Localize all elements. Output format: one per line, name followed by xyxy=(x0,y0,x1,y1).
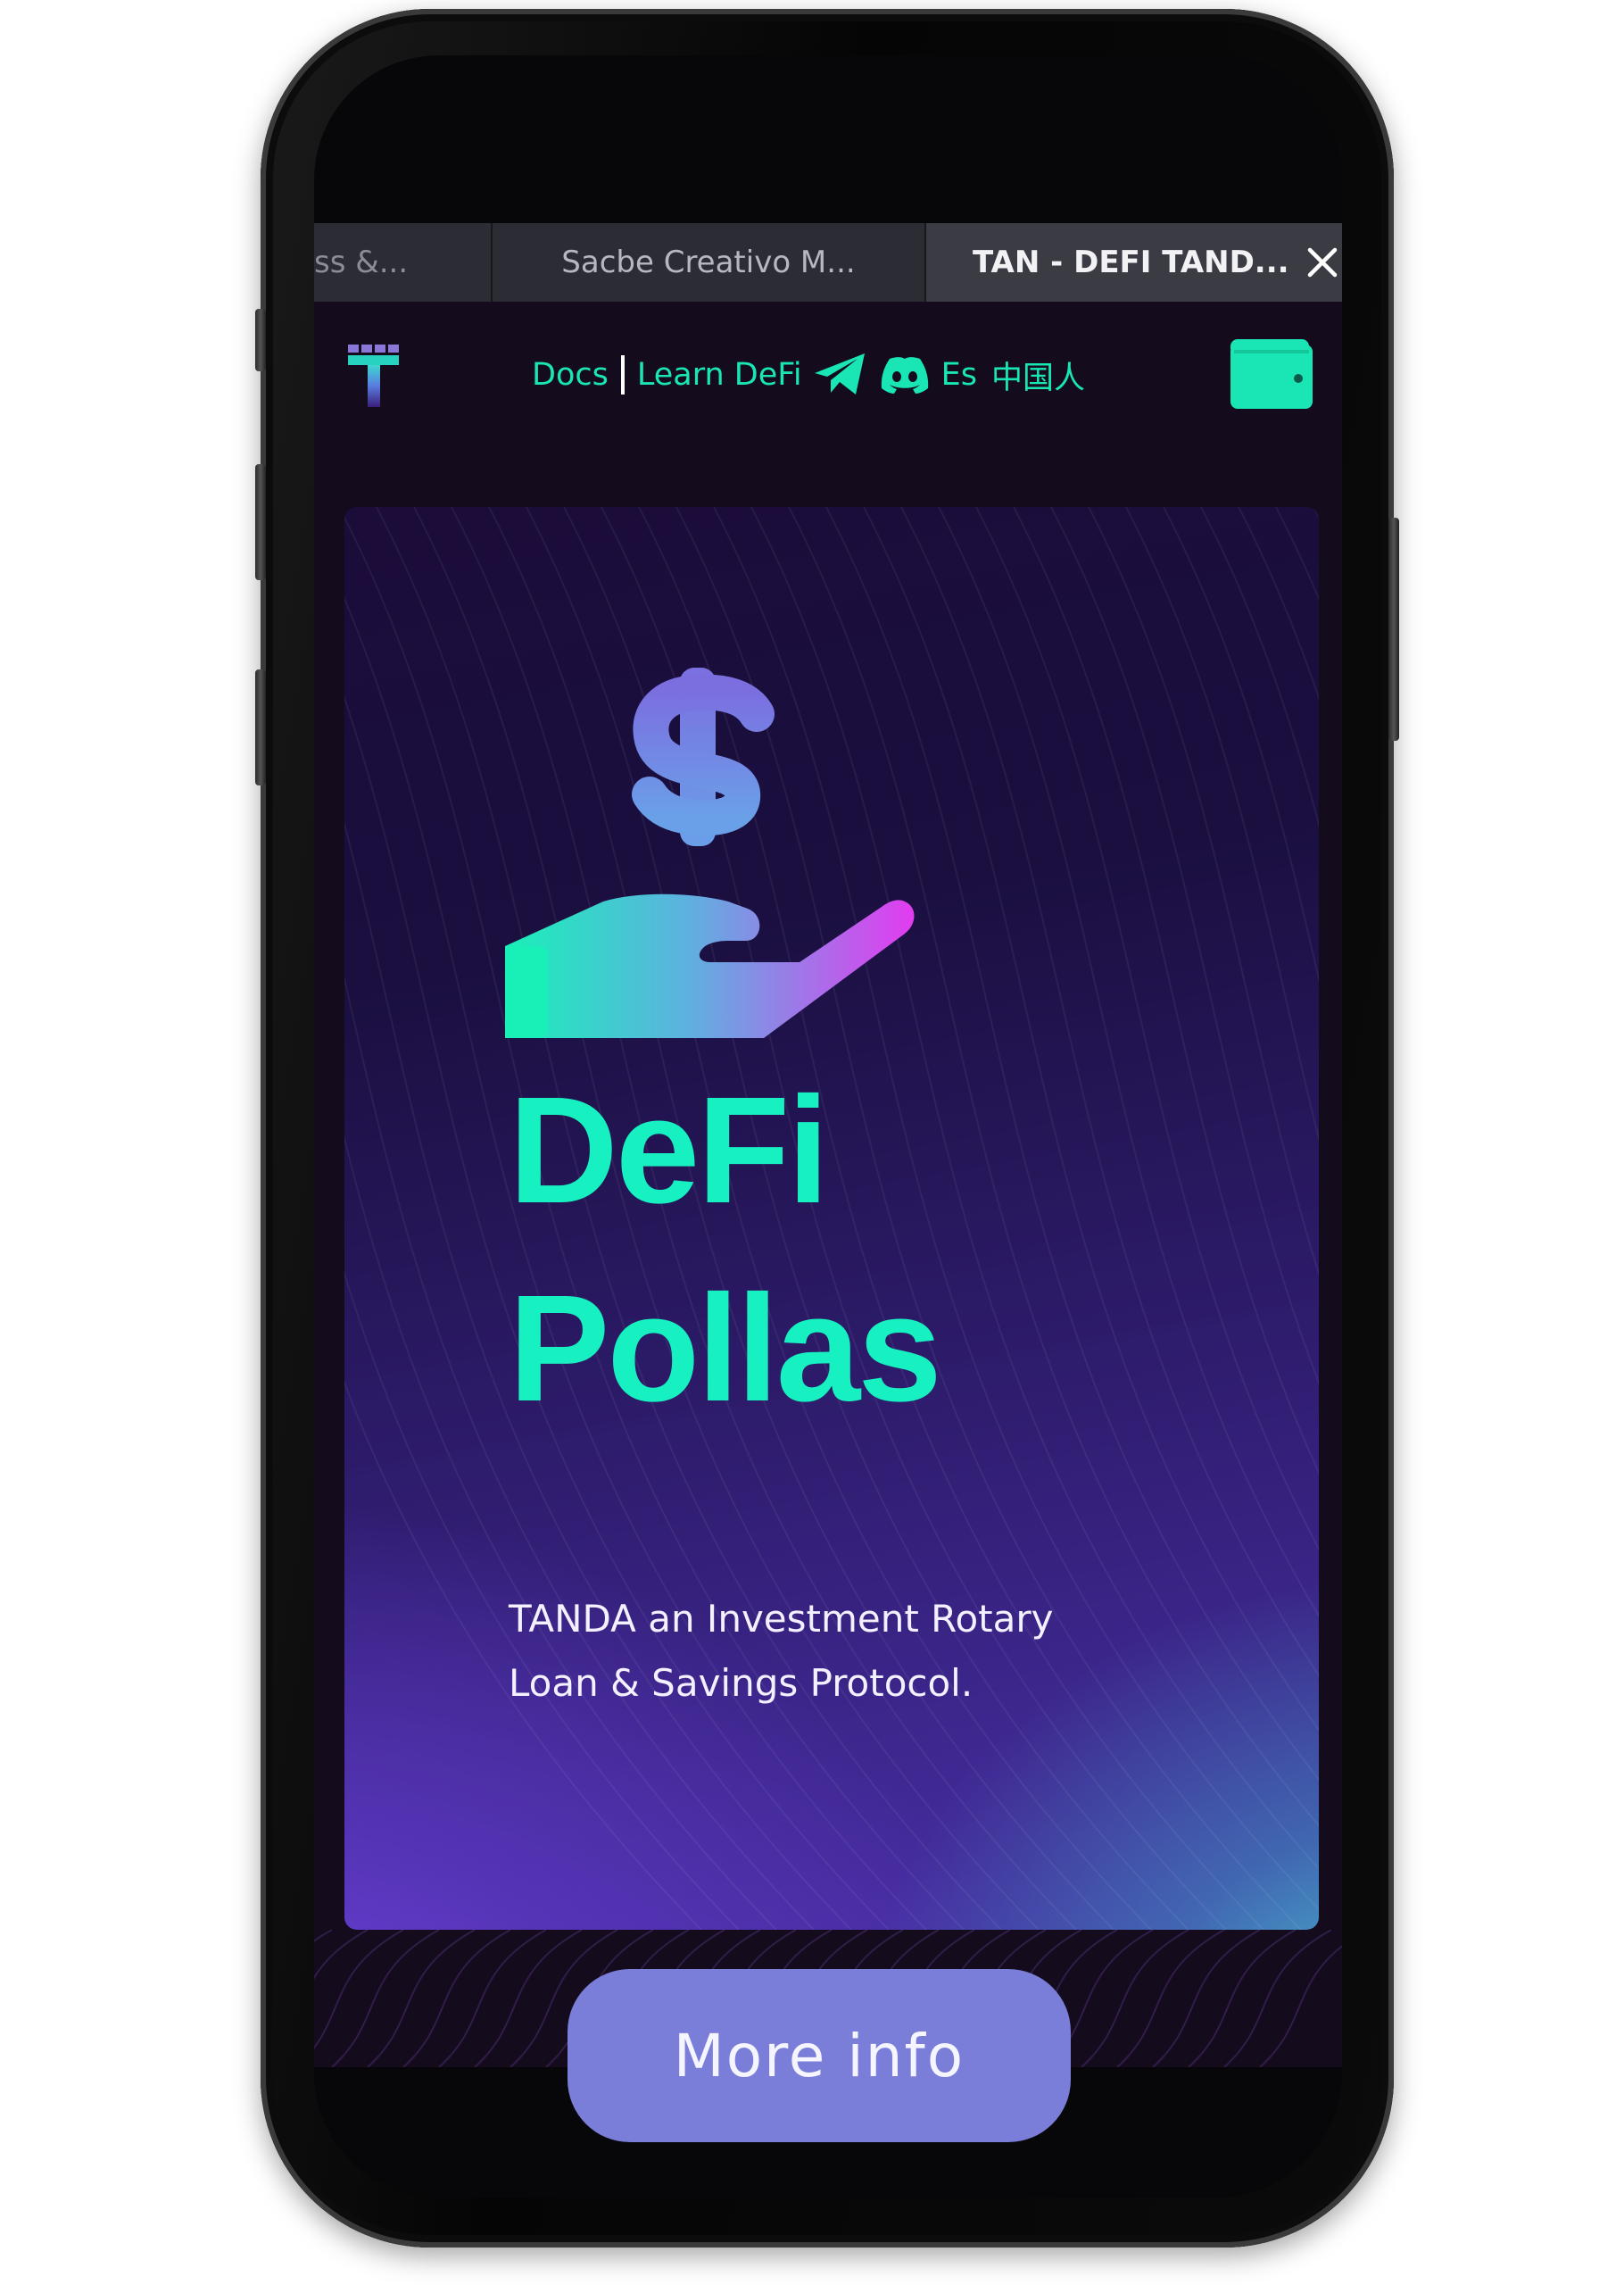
hero-subtitle: TANDA an Investment Rotary Loan & Saving… xyxy=(509,1587,1187,1716)
phone-volume-down-button xyxy=(255,669,266,785)
hero-title-line-1: DeFi xyxy=(509,1066,829,1235)
telegram-icon[interactable] xyxy=(813,352,868,398)
nav-separator xyxy=(620,355,625,395)
wave-line xyxy=(1013,507,1319,1475)
wave-line xyxy=(1275,507,1319,602)
more-info-button[interactable]: More info xyxy=(568,1969,1071,2142)
phone-volume-up-button xyxy=(255,464,266,580)
nav-docs-link[interactable]: Docs xyxy=(532,357,609,393)
tanda-logo-icon[interactable] xyxy=(346,343,402,409)
wave-line xyxy=(1050,507,1319,1385)
tab-sacbe-creativo[interactable]: Sacbe Creativo M... xyxy=(493,223,926,302)
tab-previous[interactable]: ss &... xyxy=(314,223,493,302)
hero-subtitle-line-1: TANDA an Investment Rotary xyxy=(509,1597,1054,1641)
hand-dollar-icon xyxy=(505,668,915,1038)
close-icon[interactable] xyxy=(1303,243,1342,282)
discord-icon[interactable] xyxy=(879,355,931,395)
wave-line xyxy=(938,507,1319,1618)
nav-learn-defi-link[interactable]: Learn DeFi xyxy=(637,357,802,393)
wallet-icon[interactable] xyxy=(1230,337,1313,409)
nav-lang-es-link[interactable]: Es xyxy=(941,357,977,393)
hero-title-line-2: Pollas xyxy=(509,1264,942,1433)
hero-card: DeFi Pollas TANDA an Investment Rotary L… xyxy=(344,507,1319,1930)
nav-links: Docs Learn DeFi Es 中国人 xyxy=(532,348,1085,402)
stage: ss &... Sacbe Creativo M... TAN - DEFI T… xyxy=(0,0,1624,2285)
wave-line xyxy=(1125,507,1319,1142)
footer-wave-line xyxy=(314,1930,404,2049)
footer-wave-line xyxy=(314,1930,369,1980)
nav-lang-zh-link[interactable]: 中国人 xyxy=(991,353,1085,398)
wave-line xyxy=(900,507,1319,1677)
phone-power-button xyxy=(1388,518,1399,741)
wave-line xyxy=(1163,507,1319,984)
phone-silent-switch xyxy=(255,309,266,371)
footer-wave-line xyxy=(314,1930,333,1942)
tab-active-label: TAN - DEFI TAND... xyxy=(973,245,1289,280)
wave-line xyxy=(1200,507,1319,828)
hero-title: DeFi Pollas xyxy=(509,1051,942,1448)
wave-line xyxy=(1313,507,1319,520)
website-viewport: Docs Learn DeFi Es 中国人 DeFi Pollas TANDA… xyxy=(314,302,1342,2067)
tab-active-tanda[interactable]: TAN - DEFI TAND... xyxy=(926,223,1342,302)
hero-subtitle-line-2: Loan & Savings Protocol. xyxy=(509,1661,974,1705)
wave-line xyxy=(975,507,1319,1551)
site-navbar: Docs Learn DeFi Es 中国人 xyxy=(314,302,1342,436)
browser-tab-bar: ss &... Sacbe Creativo M... TAN - DEFI T… xyxy=(314,223,1342,302)
phone-screen: ss &... Sacbe Creativo M... TAN - DEFI T… xyxy=(314,55,1342,2198)
wave-line xyxy=(1088,507,1319,1277)
